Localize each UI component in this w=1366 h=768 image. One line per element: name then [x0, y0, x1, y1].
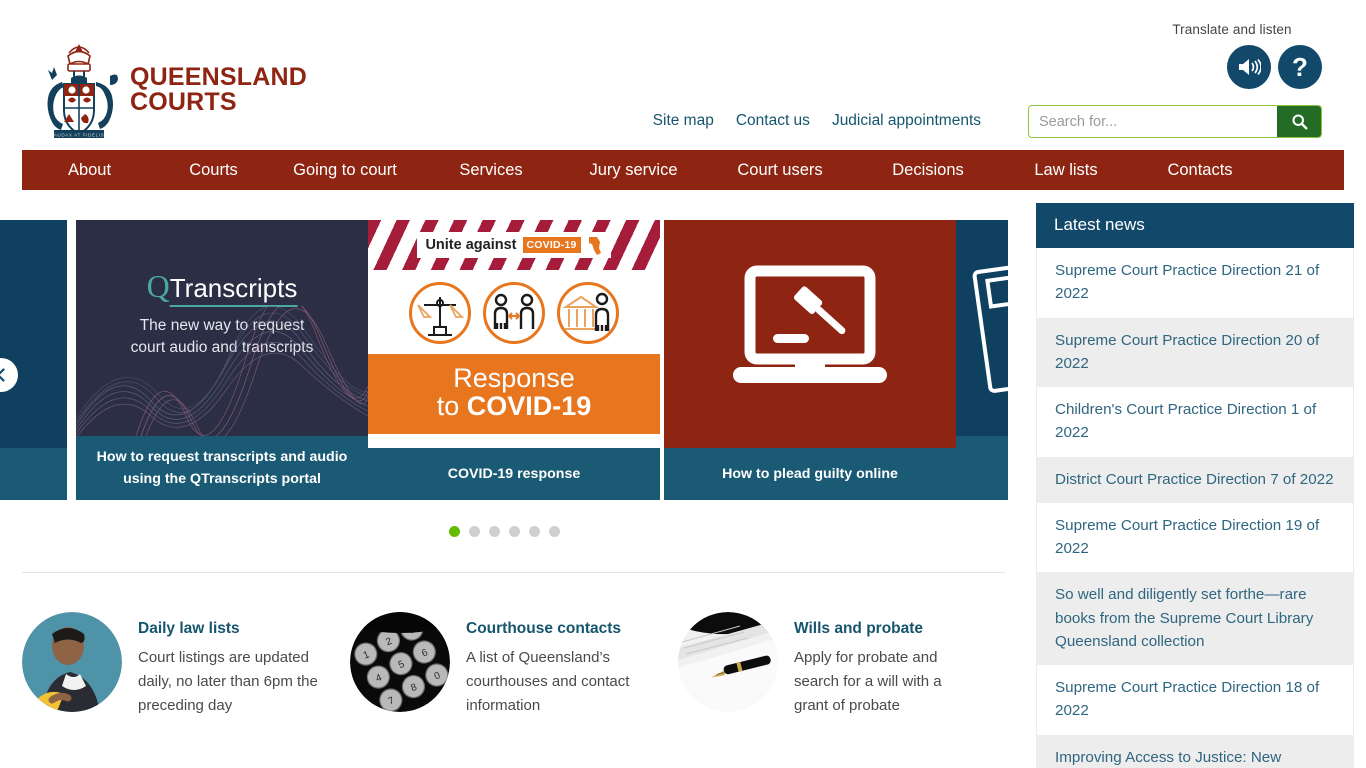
nav-item-law-lists[interactable]: Law lists [1001, 161, 1131, 180]
translate-and-listen: Translate and listen ? [1142, 22, 1322, 89]
search-input[interactable] [1029, 106, 1277, 137]
qtranscripts-wordmark: QTranscripts [146, 268, 298, 307]
card-body: Court listings are updated daily, no lat… [138, 649, 318, 714]
search-box [1028, 105, 1322, 138]
slide-caption-line2: using the QTranscripts portal [123, 471, 321, 487]
hero-carousel: e for QTranscripts The new way to reques… [0, 190, 1008, 550]
social-distancing-icon [483, 282, 545, 344]
nav-item-services[interactable]: Services [420, 161, 562, 180]
news-item[interactable]: District Court Practice Direction 7 of 2… [1037, 456, 1353, 503]
carousel-track: e for QTranscripts The new way to reques… [0, 220, 1008, 500]
latest-news-list: Supreme Court Practice Direction 21 of 2… [1036, 248, 1354, 768]
search-icon [1291, 114, 1307, 130]
slide-artwork [956, 220, 1008, 436]
nav-item-jury-service[interactable]: Jury service [562, 161, 705, 180]
nav-item-about[interactable]: About [22, 161, 157, 180]
latest-news-panel: Latest news Supreme Court Practice Direc… [1036, 203, 1354, 768]
news-item[interactable]: Children's Court Practice Direction 1 of… [1037, 387, 1353, 457]
link-contact-us[interactable]: Contact us [736, 112, 810, 130]
slide-caption: How to plead guilty online [664, 448, 956, 500]
carousel-dot-3[interactable] [488, 526, 500, 537]
qtranscripts-q: Q [146, 268, 170, 304]
card-title: Courthouse contacts [466, 620, 622, 637]
nav-item-going-to-court[interactable]: Going to court [270, 161, 420, 180]
laptop-gavel-icon [733, 265, 887, 383]
queensland-coat-of-arms-icon: AUDAX AT FIDELIS [38, 40, 120, 140]
site-header: AUDAX AT FIDELIS QUEENSLAND COURTS Trans… [0, 0, 1366, 152]
translate-label: Translate and listen [1172, 22, 1292, 37]
covid-headline-line2-prefix: to [436, 391, 467, 422]
site-logo[interactable]: AUDAX AT FIDELIS QUEENSLAND COURTS [38, 40, 307, 140]
slide-artwork [0, 220, 67, 448]
nav-item-courts[interactable]: Courts [157, 161, 270, 180]
slide-artwork: QTranscripts The new way to request cour… [76, 220, 368, 436]
carousel-dot-4[interactable] [508, 526, 520, 537]
covid-headline-line1: Response [453, 363, 575, 393]
news-item[interactable]: Improving Access to Justice: New Scheme … [1037, 734, 1353, 768]
news-item[interactable]: Supreme Court Practice Direction 19 of 2… [1037, 502, 1353, 573]
telephone-keypad-photo: 123 456 780 [350, 612, 450, 712]
speaker-icon[interactable] [1227, 45, 1271, 89]
queensland-map-icon [588, 237, 601, 255]
nav-item-court-users[interactable]: Court users [705, 161, 855, 180]
courthouse-person-icon [557, 282, 619, 344]
carousel-pagination [0, 526, 1008, 537]
carousel-dot-1[interactable] [448, 526, 460, 537]
news-item[interactable]: Supreme Court Practice Direction 21 of 2… [1037, 248, 1353, 318]
carousel-slide[interactable]: Ap Bris [956, 220, 1008, 500]
nav-item-decisions[interactable]: Decisions [855, 161, 1001, 180]
wave-graphic-icon [76, 306, 368, 436]
section-divider [22, 572, 1005, 573]
news-item[interactable]: Supreme Court Practice Direction 20 of 2… [1037, 317, 1353, 387]
carousel-slide[interactable]: Unite against COVID-19 Response to COVID… [368, 220, 660, 500]
slide-artwork: Unite against COVID-19 Response to COVID… [368, 220, 660, 448]
carousel-dot-5[interactable] [528, 526, 540, 537]
card-title: Wills and probate [794, 620, 924, 637]
utility-links: Site map Contact us Judicial appointment… [653, 112, 981, 130]
covid-icon-row [368, 270, 660, 354]
link-judicial-appointments[interactable]: Judicial appointments [832, 112, 981, 130]
news-item[interactable]: So well and diligently set forthe—rare b… [1037, 572, 1353, 665]
man-reading-folder-photo [22, 612, 122, 712]
covid-headline-line2-strong: COVID-19 [466, 391, 592, 422]
svg-text:AUDAX AT FIDELIS: AUDAX AT FIDELIS [54, 133, 105, 138]
feature-card-courthouse-contacts[interactable]: 123 456 780 Courthouse contacts A list o… [350, 612, 678, 718]
nav-item-contacts[interactable]: Contacts [1131, 161, 1269, 180]
feature-cards: Daily law lists Court listings are updat… [22, 612, 1007, 718]
slide-caption: e for [0, 448, 67, 500]
slide-caption: How to request transcripts and audio usi… [76, 436, 368, 500]
slide-caption: Ap Bris [956, 436, 1008, 500]
site-logo-text: QUEENSLAND COURTS [130, 65, 307, 115]
fountain-pen-document-photo [678, 612, 778, 712]
scales-icon [409, 282, 471, 344]
card-body: Apply for probate and search for a will … [794, 649, 942, 714]
chevron-left-icon [0, 368, 5, 382]
link-site-map[interactable]: Site map [653, 112, 714, 130]
unite-against-banner: Unite against COVID-19 [368, 220, 660, 270]
slide-artwork [664, 220, 956, 448]
logo-line-1: QUEENSLAND [130, 63, 308, 91]
covid-headline: Response to COVID-19 [368, 354, 660, 435]
carousel-dot-2[interactable] [468, 526, 480, 537]
feature-card-daily-law-lists[interactable]: Daily law lists Court listings are updat… [22, 612, 350, 718]
banner-badge: COVID-19 [522, 237, 581, 253]
main-navigation: About Courts Going to court Services Jur… [22, 150, 1344, 190]
slide-caption-line1: How to request transcripts and audio [96, 449, 348, 465]
slide-caption: COVID-19 response [368, 448, 660, 500]
card-body: A list of Queensland’s courthouses and c… [466, 649, 630, 714]
news-item[interactable]: Supreme Court Practice Direction 18 of 2… [1037, 665, 1353, 735]
feature-card-wills-and-probate[interactable]: Wills and probate Apply for probate and … [678, 612, 1006, 718]
document-icon [972, 260, 1008, 393]
carousel-slide[interactable]: QTranscripts The new way to request cour… [76, 220, 368, 500]
question-mark-icon[interactable]: ? [1278, 45, 1322, 89]
latest-news-title: Latest news [1036, 203, 1354, 248]
search-submit-button[interactable] [1277, 106, 1321, 137]
qtranscripts-word: Transcripts [169, 273, 298, 307]
carousel-slide[interactable]: How to plead guilty online [664, 220, 956, 500]
banner-text: Unite against [425, 237, 517, 253]
carousel-dot-6[interactable] [548, 526, 560, 537]
logo-line-2: COURTS [130, 88, 237, 116]
card-title: Daily law lists [138, 620, 240, 637]
